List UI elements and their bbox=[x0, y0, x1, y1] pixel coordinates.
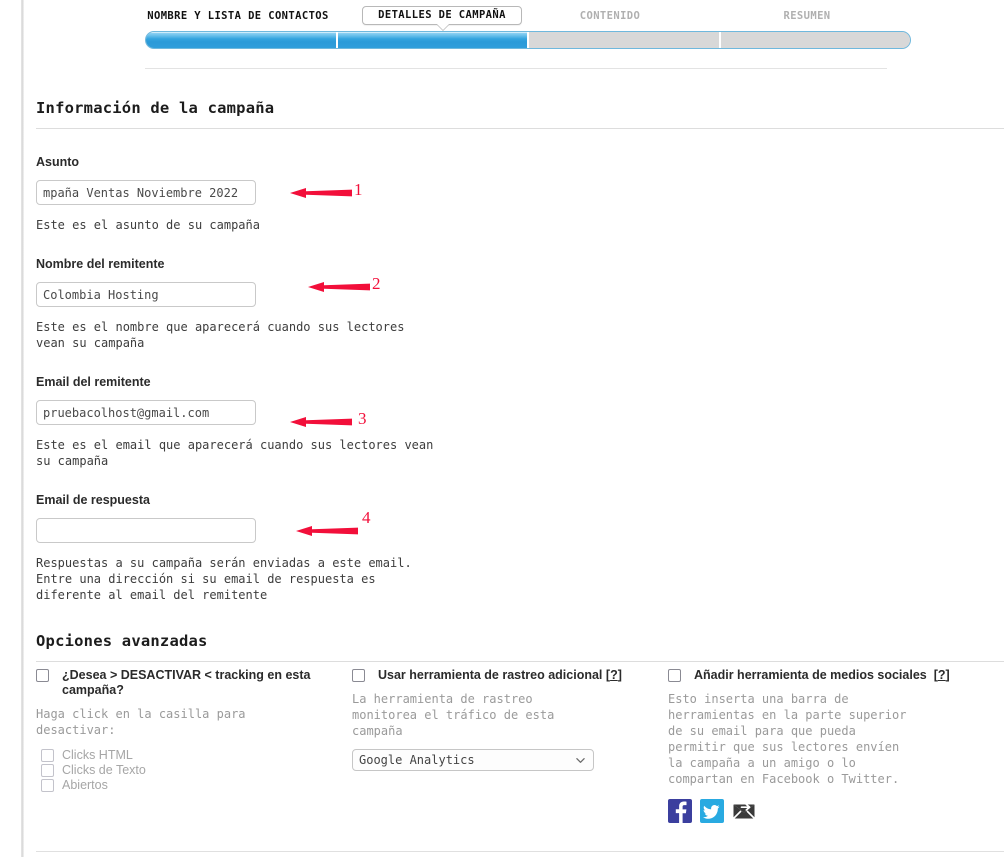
section-divider-campaign-info bbox=[36, 128, 1004, 129]
progress-segment-1 bbox=[146, 32, 338, 48]
wizard-step-contacts[interactable]: NOMBRE Y LISTA DE CONTACTOS bbox=[145, 10, 331, 22]
advanced-column-tracking: ¿Desea > DESACTIVAR < tracking en esta c… bbox=[36, 668, 346, 793]
extra-tracker-checkbox-label: Usar herramienta de rastreo adicional bbox=[378, 668, 603, 682]
wizard-progress-bar bbox=[145, 31, 911, 49]
input-nombre-remitente[interactable] bbox=[36, 282, 256, 307]
social-icon-row bbox=[668, 799, 958, 823]
tracker-select-value: Google Analytics bbox=[359, 753, 475, 767]
input-email-respuesta[interactable] bbox=[36, 518, 256, 543]
help-nombre-remitente: Este es el nombre que aparecerá cuando s… bbox=[36, 320, 405, 350]
wizard-header: NOMBRE Y LISTA DE CONTACTOS DETALLES DE … bbox=[145, 0, 911, 30]
header-divider bbox=[145, 68, 887, 69]
wizard-step-labels: NOMBRE Y LISTA DE CONTACTOS DETALLES DE … bbox=[145, 0, 911, 28]
arrow-left-icon bbox=[290, 188, 352, 198]
tracking-sub-options: Clicks HTML Clicks de Texto Abiertos bbox=[36, 748, 346, 793]
chevron-down-icon bbox=[576, 758, 585, 763]
extra-tracker-checkbox-row[interactable]: Usar herramienta de rastreo adicional [?… bbox=[352, 668, 652, 683]
progress-segment-3 bbox=[529, 32, 721, 48]
page-content: NOMBRE Y LISTA DE CONTACTOS DETALLES DE … bbox=[24, 0, 1004, 857]
checkbox-abiertos[interactable] bbox=[41, 779, 54, 792]
tracking-description: Haga click en la casilla para desactivar… bbox=[36, 707, 246, 737]
callout-number-1: 1 bbox=[354, 180, 363, 199]
label-email-respuesta: Email de respuesta bbox=[36, 493, 150, 507]
help-asunto: Este es el asunto de su campaña bbox=[36, 218, 260, 232]
extra-tracker-checkbox[interactable] bbox=[352, 669, 365, 682]
progress-segment-2 bbox=[337, 32, 529, 48]
callout-number-2: 2 bbox=[372, 274, 381, 293]
social-help-marker: ? bbox=[937, 668, 946, 682]
wizard-step-summary[interactable]: RESUMEN bbox=[703, 10, 911, 22]
facebook-icon[interactable] bbox=[668, 799, 692, 823]
section-title-campaign-info: Información de la campaña bbox=[36, 99, 275, 117]
wizard-active-tab[interactable]: DETALLES DE CAMPAÑA bbox=[362, 6, 522, 25]
social-checkbox-row[interactable]: Añadir herramienta de medios sociales [?… bbox=[668, 668, 958, 683]
checkbox-clicks-html-label: Clicks HTML bbox=[62, 748, 133, 762]
social-checkbox-label: Añadir herramienta de medios sociales bbox=[694, 668, 927, 682]
checkbox-clicks-texto-label: Clicks de Texto bbox=[62, 763, 146, 777]
tracking-checkbox-row[interactable]: ¿Desea > DESACTIVAR < tracking en esta c… bbox=[36, 668, 346, 698]
label-asunto: Asunto bbox=[36, 155, 80, 169]
input-asunto[interactable] bbox=[36, 180, 256, 205]
section-divider-advanced-options bbox=[36, 661, 1004, 662]
label-nombre-remitente: Nombre del remitente bbox=[36, 257, 165, 271]
twitter-icon[interactable] bbox=[700, 799, 724, 823]
checkbox-clicks-html[interactable] bbox=[41, 749, 54, 762]
wizard-step-content[interactable]: CONTENIDO bbox=[517, 10, 703, 22]
extra-tracker-help-marker: ? bbox=[610, 668, 618, 682]
extra-tracker-description: La herramienta de rastreo monitorea el t… bbox=[352, 692, 555, 738]
tracking-suboption-abiertos[interactable]: Abiertos bbox=[36, 778, 346, 793]
share-email-icon[interactable] bbox=[732, 799, 756, 823]
section-title-advanced-options: Opciones avanzadas bbox=[36, 632, 208, 650]
tracking-suboption-clicks-html[interactable]: Clicks HTML bbox=[36, 748, 346, 763]
social-checkbox[interactable] bbox=[668, 669, 681, 682]
advanced-column-extra-tracker: Usar herramienta de rastreo adicional [?… bbox=[352, 668, 652, 771]
callout-number-3: 3 bbox=[358, 409, 367, 428]
label-email-remitente: Email del remitente bbox=[36, 375, 151, 389]
checkbox-clicks-texto[interactable] bbox=[41, 764, 54, 777]
arrow-left-icon bbox=[308, 282, 370, 292]
extra-tracker-help-icon[interactable]: [?] bbox=[606, 668, 622, 682]
tracking-checkbox-label: ¿Desea > DESACTIVAR < tracking en esta c… bbox=[62, 668, 311, 697]
wizard-active-tab-pointer bbox=[437, 24, 449, 30]
wizard-active-tab-label: DETALLES DE CAMPAÑA bbox=[378, 9, 506, 21]
input-email-remitente[interactable] bbox=[36, 400, 256, 425]
progress-segment-4 bbox=[720, 32, 910, 48]
tracking-suboption-clicks-texto[interactable]: Clicks de Texto bbox=[36, 763, 346, 778]
arrow-left-icon bbox=[290, 417, 352, 427]
checkbox-abiertos-label: Abiertos bbox=[62, 778, 108, 792]
tracking-checkbox[interactable] bbox=[36, 669, 49, 682]
help-email-remitente: Este es el email que aparecerá cuando su… bbox=[36, 438, 434, 468]
social-help-icon[interactable]: [?] bbox=[930, 668, 950, 682]
callout-number-4: 4 bbox=[362, 508, 371, 527]
tracker-select[interactable]: Google Analytics bbox=[352, 749, 594, 771]
help-email-respuesta: Respuestas a su campaña serán enviadas a… bbox=[36, 556, 412, 602]
arrow-left-icon bbox=[296, 526, 358, 536]
advanced-column-social: Añadir herramienta de medios sociales [?… bbox=[668, 668, 958, 823]
page-bottom-divider bbox=[36, 851, 1004, 852]
social-description: Esto inserta una barra de herramientas e… bbox=[668, 692, 907, 786]
